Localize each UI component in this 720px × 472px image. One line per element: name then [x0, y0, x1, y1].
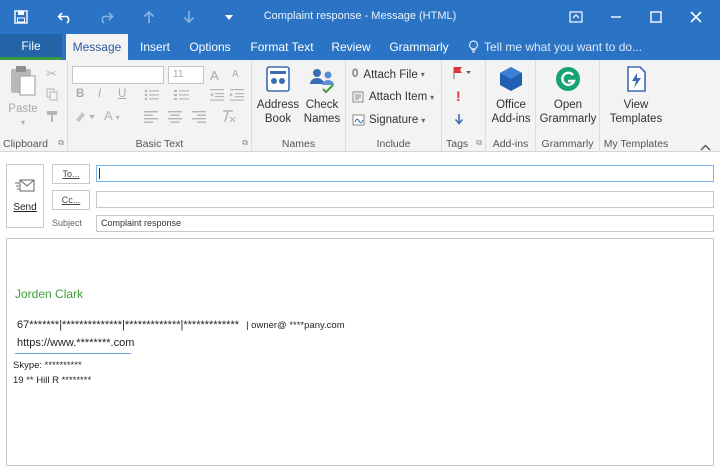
tab-message[interactable]: Message	[66, 34, 128, 60]
paperclip-icon: 𝟎	[352, 68, 359, 80]
cc-field[interactable]	[96, 191, 714, 208]
chevron-down-icon: ▾	[430, 92, 435, 102]
to-field[interactable]	[96, 165, 714, 182]
my-templates-group: View Templates My Templates	[600, 60, 672, 152]
bold-button[interactable]: B	[76, 88, 84, 100]
font-size-box[interactable]: 11	[168, 66, 204, 84]
view-templates-button[interactable]: View Templates	[604, 64, 668, 126]
minimize-icon[interactable]	[596, 0, 636, 34]
subject-label: Subject	[52, 218, 83, 228]
ribbon-tabs: File Message Insert Options Format Text …	[0, 34, 720, 60]
align-right-icon[interactable]	[192, 110, 206, 128]
office-addins-button[interactable]: Office Add-ins	[488, 64, 534, 126]
signature-website[interactable]: https://www.********.com	[17, 337, 134, 349]
addins-group-label: Add-ins	[492, 138, 529, 150]
chevron-down-icon: ▾	[421, 115, 426, 125]
address-book-button[interactable]: Address Book	[256, 64, 300, 126]
high-importance-icon[interactable]: !	[456, 88, 461, 104]
send-button[interactable]: Send	[6, 164, 44, 228]
align-center-icon[interactable]	[168, 110, 182, 128]
tell-me-search[interactable]: Tell me what you want to do...	[484, 34, 642, 60]
dialog-launcher-icon[interactable]: ⧉	[242, 138, 248, 148]
grammarly-group-label: Grammarly	[541, 138, 594, 150]
include-group-label: Include	[376, 138, 411, 150]
cc-button[interactable]: Cc...	[52, 190, 90, 210]
signature-name: Jorden Clark	[15, 287, 84, 301]
numbering-icon[interactable]	[174, 88, 194, 106]
attach-item-button[interactable]: Attach Item ▾	[352, 91, 434, 103]
grammarly-group: Open Grammarly Grammarly	[536, 60, 600, 152]
ribbon: Paste ▾ ✂ Clipboard ⧉ 11 A A B I U A ▾ B…	[0, 60, 720, 152]
chevron-down-icon: ▾	[20, 118, 25, 127]
templates-icon	[627, 66, 646, 92]
copy-icon[interactable]	[46, 88, 58, 106]
tab-format-text[interactable]: Format Text	[244, 34, 320, 60]
lightbulb-icon	[468, 40, 479, 59]
clipboard-group-label: Clipboard	[3, 138, 48, 150]
addins-group: Office Add-ins Add-ins	[486, 60, 536, 152]
check-names-button[interactable]: Check Names	[300, 64, 344, 126]
open-grammarly-button[interactable]: Open Grammarly	[538, 64, 598, 126]
office-addins-icon	[500, 67, 522, 91]
underline-button[interactable]: U	[118, 88, 126, 100]
message-header: Send To... Cc... Subject Complaint respo…	[0, 152, 720, 238]
follow-up-flag-icon[interactable]	[452, 66, 472, 85]
grow-font-button[interactable]: A	[210, 68, 219, 83]
paste-icon	[11, 66, 36, 96]
cut-icon[interactable]: ✂	[46, 66, 57, 82]
align-left-icon[interactable]	[144, 110, 158, 128]
ribbon-display-options-icon[interactable]	[556, 0, 596, 34]
basic-text-group: 11 A A B I U A ▾ Basic Text ⧉	[68, 60, 252, 152]
format-painter-icon[interactable]	[46, 110, 58, 128]
text-cursor	[99, 168, 100, 179]
tab-insert[interactable]: Insert	[132, 34, 178, 60]
title-bar: Complaint response - Message (HTML)	[0, 0, 720, 34]
names-group-label: Names	[281, 138, 316, 150]
signature-email: | owner@ ****pany.com	[246, 320, 345, 331]
maximize-icon[interactable]	[636, 0, 676, 34]
include-group: 𝟎 Attach File ▾ Attach Item ▾ Signature …	[346, 60, 442, 152]
close-icon[interactable]	[676, 0, 716, 34]
send-icon	[15, 179, 35, 192]
signature-address: 19 ** Hill R ********	[13, 375, 92, 386]
dialog-launcher-icon[interactable]: ⧉	[476, 138, 482, 148]
decrease-indent-icon[interactable]	[210, 88, 224, 106]
paste-button[interactable]: Paste ▾	[4, 64, 42, 130]
check-names-icon	[310, 69, 334, 94]
tab-options[interactable]: Options	[182, 34, 238, 60]
clipboard-group: Paste ▾ ✂ Clipboard ⧉	[0, 60, 68, 152]
my-templates-group-label: My Templates	[603, 138, 669, 150]
chevron-down-icon: ▾	[420, 70, 425, 79]
signature-button[interactable]: Signature ▾	[352, 114, 425, 126]
basic-text-group-label: Basic Text	[135, 138, 184, 150]
subject-field[interactable]: Complaint response	[96, 215, 714, 232]
tab-file[interactable]: File	[0, 34, 62, 60]
font-color-icon[interactable]: A ▾	[104, 108, 120, 123]
attach-item-icon	[352, 91, 364, 103]
tags-group: ! Tags ⧉	[442, 60, 486, 152]
attach-file-button[interactable]: 𝟎 Attach File ▾	[352, 68, 425, 81]
grammarly-icon	[556, 67, 580, 91]
highlight-icon[interactable]	[74, 110, 96, 129]
clear-formatting-icon[interactable]	[220, 110, 236, 128]
shrink-font-button[interactable]: A	[232, 69, 239, 80]
low-importance-icon[interactable]	[454, 112, 464, 130]
names-group: Address Book Check Names Names	[252, 60, 346, 152]
signature-skype: Skype: **********	[13, 360, 82, 371]
signature-icon	[352, 114, 365, 126]
signature-divider	[15, 353, 131, 354]
font-name-box[interactable]	[72, 66, 164, 84]
tab-review[interactable]: Review	[324, 34, 378, 60]
dialog-launcher-icon[interactable]: ⧉	[58, 138, 64, 148]
to-button[interactable]: To...	[52, 164, 90, 184]
message-body[interactable]: Jorden Clark 67*******|**************|**…	[6, 238, 714, 466]
bullets-icon[interactable]	[144, 88, 164, 106]
italic-button[interactable]: I	[98, 88, 101, 100]
increase-indent-icon[interactable]	[230, 88, 244, 106]
tab-grammarly[interactable]: Grammarly	[382, 34, 456, 60]
signature-phone: 67*******|**************|*************|*…	[17, 319, 345, 331]
address-book-icon	[266, 66, 290, 92]
